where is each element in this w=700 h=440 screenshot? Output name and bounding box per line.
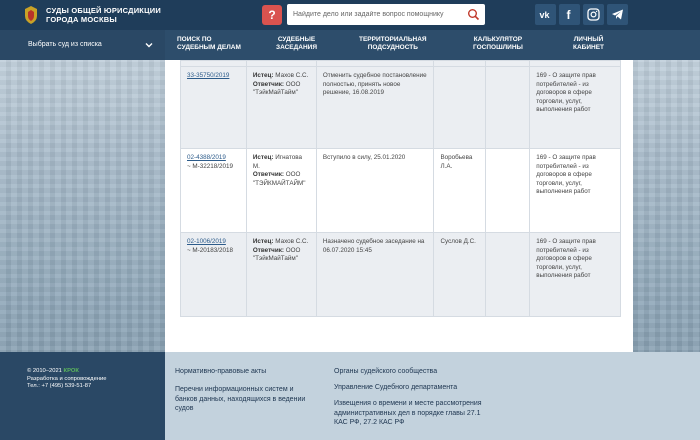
empty-cell — [485, 232, 531, 317]
nav-personal-account-line1: ЛИЧНЫЙ — [573, 36, 604, 43]
case-number-link[interactable]: 02-4388/2019 — [187, 154, 226, 161]
facebook-icon[interactable]: f — [559, 4, 580, 25]
empty-cell — [485, 148, 531, 233]
case-number-cell: 02-1006/2019 ~ М-20183/2018 — [180, 232, 247, 317]
case-status-cell: Вступило в силу, 25.01.2020 — [315, 148, 435, 233]
plaintiff-name: Махов С.С. — [275, 238, 309, 245]
category-cell: 169 - О защите прав потребителей - из до… — [529, 232, 621, 317]
cases-table: 33-35750/2019 Истец: Махов С.С. Ответчик… — [180, 60, 621, 317]
plaintiff-label: Истец: — [252, 154, 274, 161]
search-icon[interactable] — [467, 8, 480, 21]
nav-court-sessions-line1: СУДЕБНЫЕ — [277, 36, 316, 43]
case-status-cell: Отменить судебное постановление полность… — [315, 66, 435, 149]
nav-court-sessions[interactable]: СУДЕБНЫЕ ЗАСЕДАНИЯ — [276, 36, 317, 52]
footer-link-legal-acts[interactable]: Нормативно-правовые акты — [175, 367, 315, 377]
svg-text:f: f — [567, 8, 572, 21]
development-credit: Разработка и сопровождение — [27, 375, 107, 382]
category-cell: 169 - О защите прав потребителей - из до… — [529, 148, 621, 233]
krok-link[interactable]: КРОК — [64, 368, 79, 374]
footer-link-information-systems[interactable]: Перечни информационных систем и банков д… — [175, 385, 315, 414]
svg-text:vk: vk — [540, 10, 551, 20]
plaintiff-name: Махов С.С. — [275, 72, 309, 79]
table-row: 33-35750/2019 Истец: Махов С.С. Ответчик… — [180, 66, 621, 149]
case-material-number: ~ М-20183/2018 — [187, 246, 234, 254]
brand-line-2: ГОРОДА МОСКВЫ — [46, 15, 117, 24]
defendant-label: Ответчик: — [252, 80, 284, 88]
category-cell: 169 - О защите прав потребителей - из до… — [529, 66, 621, 149]
nav-court-sessions-line2: ЗАСЕДАНИЯ — [276, 44, 317, 51]
defendant-label: Ответчик: — [252, 171, 284, 178]
nav-case-search-line2: СУДЕБНЫМ ДЕЛАМ — [177, 44, 241, 51]
plaintiff-label: Истец: — [252, 72, 274, 79]
judge-cell — [433, 66, 487, 149]
nav-territorial-line1: ТЕРРИТОРИАЛЬНАЯ — [359, 36, 427, 43]
case-number-cell: 33-35750/2019 — [180, 66, 247, 149]
nav-fee-calculator[interactable]: КАЛЬКУЛЯТОР ГОСПОШЛИНЫ — [473, 36, 523, 52]
table-row: 02-4388/2019 ~ М-32218/2019 Истец: Игнат… — [180, 148, 621, 233]
nav-fee-calculator-line1: КАЛЬКУЛЯТОР — [473, 36, 523, 43]
footer-sidebar — [0, 352, 165, 440]
court-select-dropdown[interactable]: Выбрать суд из списка — [0, 30, 165, 60]
case-material-number: ~ М-32218/2019 — [187, 162, 234, 170]
top-header: СУДЫ ОБЩЕЙ ЮРИСДИКЦИИ ГОРОДА МОСКВЫ ? vk… — [0, 0, 700, 30]
judge-cell: Суслов Д.С. — [433, 232, 487, 317]
footer-link-judicial-department[interactable]: Управление Судебного департамента — [334, 383, 484, 393]
empty-cell — [485, 66, 531, 149]
judge-cell: Воробьева Л.А. — [433, 148, 487, 233]
instagram-icon[interactable] — [583, 4, 604, 25]
nav-territorial-line2: ПОДСУДНОСТЬ — [367, 44, 418, 51]
court-select-label: Выбрать суд из списка — [28, 41, 102, 48]
chevron-down-icon — [145, 43, 153, 48]
parties-cell: Истец: Махов С.С. Ответчик: ООО "ТэйкМай… — [245, 66, 317, 149]
nav-fee-calculator-line2: ГОСПОШЛИНЫ — [473, 44, 523, 51]
parties-cell: Истец: Махов С.С. Ответчик: ООО "ТэйкМай… — [245, 232, 317, 317]
telegram-icon[interactable] — [607, 4, 628, 25]
case-number-link[interactable]: 02-1006/2019 — [187, 238, 226, 245]
table-row: 02-1006/2019 ~ М-20183/2018 Истец: Махов… — [180, 232, 621, 317]
search-input[interactable] — [293, 8, 461, 21]
search-box — [287, 4, 485, 25]
site-brand[interactable]: СУДЫ ОБЩЕЙ ЮРИСДИКЦИИ ГОРОДА МОСКВЫ — [46, 6, 161, 24]
search-results-panel: 33-35750/2019 Истец: Махов С.С. Ответчик… — [165, 60, 633, 352]
nav-personal-account[interactable]: ЛИЧНЫЙ КАБИНЕТ — [573, 36, 604, 52]
footer-phone: Тел.: +7 (495) 539-51-87 — [27, 383, 92, 389]
nav-territorial-jurisdiction[interactable]: ТЕРРИТОРИАЛЬНАЯ ПОДСУДНОСТЬ — [359, 36, 427, 52]
brand-line-1: СУДЫ ОБЩЕЙ ЮРИСДИКЦИИ — [46, 6, 161, 15]
coat-of-arms-logo[interactable] — [22, 5, 40, 25]
parties-cell: Истец: Игнатова М. Ответчик: ООО "ТЭЙКМА… — [245, 148, 317, 233]
defendant-label: Ответчик: — [252, 246, 284, 254]
nav-personal-account-line2: КАБИНЕТ — [573, 44, 605, 51]
nav-case-search-line1: ПОИСК ПО — [177, 36, 212, 43]
plaintiff-label: Истец: — [252, 238, 274, 245]
copyright-years: © 2010–2021 — [27, 368, 62, 374]
footer-link-admin-cases-notices[interactable]: Извещения о времени и месте рассмотрения… — [334, 399, 484, 428]
case-number-cell: 02-4388/2019 ~ М-32218/2019 — [180, 148, 247, 233]
footer-copyright: © 2010–2021 КРОК Разработка и сопровожде… — [27, 368, 106, 391]
vk-icon[interactable]: vk — [535, 4, 556, 25]
main-navigation: Выбрать суд из списка ПОИСК ПО СУДЕБНЫМ … — [0, 30, 700, 60]
assistant-help-button[interactable]: ? — [262, 5, 282, 25]
footer-link-judicial-community[interactable]: Органы судейского сообщества — [334, 367, 484, 377]
case-status-cell: Назначено судебное заседание на 06.07.20… — [315, 232, 435, 317]
case-number-link[interactable]: 33-35750/2019 — [187, 72, 229, 79]
nav-case-search[interactable]: ПОИСК ПО СУДЕБНЫМ ДЕЛАМ — [177, 36, 241, 52]
